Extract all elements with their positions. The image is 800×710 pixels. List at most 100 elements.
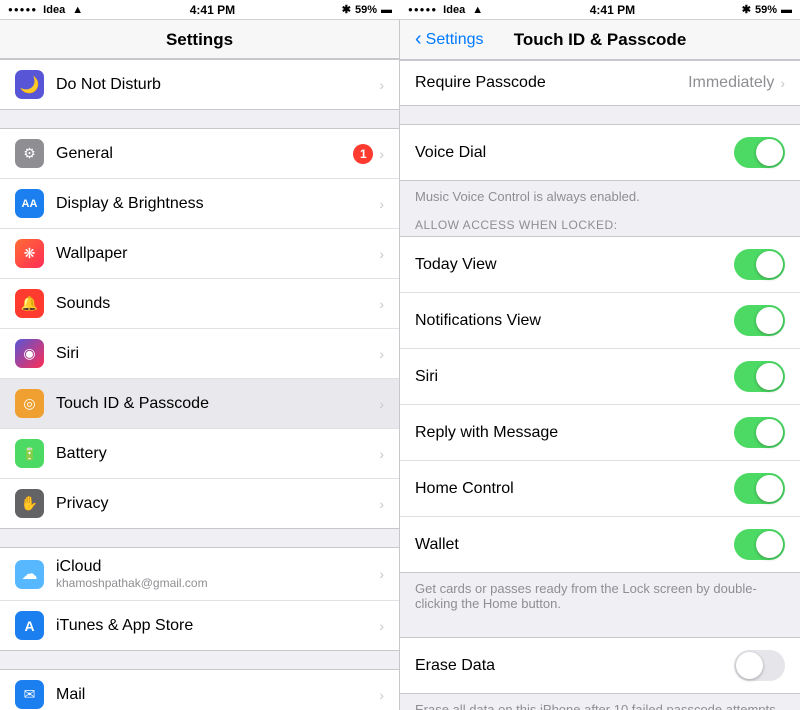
right-status-bar: ●●●●● Idea ▲ 4:41 PM ✱ 59% ▬ xyxy=(400,0,800,20)
icloud-sublabel: khamoshpathak@gmail.com xyxy=(56,576,379,590)
right-status-right: ✱ 59% ▬ xyxy=(742,3,792,16)
row-voice-dial[interactable]: Voice Dial xyxy=(400,125,800,180)
siri-label: Siri xyxy=(56,345,379,363)
wallet-label: Wallet xyxy=(415,536,734,554)
do-not-disturb-icon: 🌙 xyxy=(15,70,44,99)
row-touchid[interactable]: ◎ Touch ID & Passcode › xyxy=(0,379,399,429)
right-time: 4:41 PM xyxy=(590,3,635,17)
erase-data-toggle[interactable] xyxy=(734,650,785,681)
row-wallet[interactable]: Wallet xyxy=(400,517,800,572)
siri-locked-label: Siri xyxy=(415,368,734,386)
locked-items-section: Today View Notifications View Siri xyxy=(400,236,800,573)
notifications-view-label: Notifications View xyxy=(415,312,734,330)
main-content: Settings 🌙 Do Not Disturb › xyxy=(0,20,800,710)
row-home-control[interactable]: Home Control xyxy=(400,461,800,517)
itunes-label: iTunes & App Store xyxy=(56,617,379,635)
music-note: Music Voice Control is always enabled. xyxy=(400,181,800,212)
back-chevron: ‹ xyxy=(415,28,422,51)
wallet-toggle[interactable] xyxy=(734,529,785,560)
row-require-passcode[interactable]: Require Passcode Immediately › xyxy=(400,61,800,105)
right-status-left: ●●●●● Idea ▲ xyxy=(408,4,483,16)
home-control-label: Home Control xyxy=(415,480,734,498)
section-icloud: ☁ iCloud khamoshpathak@gmail.com › A iTu… xyxy=(0,547,399,651)
erase-note: Erase all data on this iPhone after 10 f… xyxy=(400,694,800,710)
right-wifi-icon: ▲ xyxy=(472,4,483,16)
icloud-label: iCloud xyxy=(56,558,379,576)
voice-dial-section: Voice Dial xyxy=(400,124,800,181)
right-battery-pct: 59% xyxy=(755,4,777,16)
row-reply-message[interactable]: Reply with Message xyxy=(400,405,800,461)
left-battery-pct: 59% xyxy=(355,4,377,16)
divider-1 xyxy=(400,106,800,124)
left-bluetooth: ✱ xyxy=(342,3,351,16)
notifications-view-toggle[interactable] xyxy=(734,305,785,336)
left-header: Settings xyxy=(0,20,399,59)
row-siri-locked[interactable]: Siri xyxy=(400,349,800,405)
require-passcode-chevron: › xyxy=(780,75,785,91)
voice-dial-toggle[interactable] xyxy=(734,137,785,168)
section-apps: ✉ Mail › 👤 Contacts › xyxy=(0,669,399,710)
row-battery[interactable]: 🔋 Battery › xyxy=(0,429,399,479)
divider-2 xyxy=(400,619,800,637)
right-header: ‹ Settings Touch ID & Passcode xyxy=(400,20,800,60)
battery-chevron: › xyxy=(379,446,384,462)
row-erase-data[interactable]: Erase Data xyxy=(400,638,800,693)
left-panel: Settings 🌙 Do Not Disturb › xyxy=(0,20,400,710)
row-icloud[interactable]: ☁ iCloud khamoshpathak@gmail.com › xyxy=(0,548,399,601)
row-sounds[interactable]: 🔔 Sounds › xyxy=(0,279,399,329)
siri-locked-toggle[interactable] xyxy=(734,361,785,392)
settings-list[interactable]: 🌙 Do Not Disturb › ⚙ General xyxy=(0,59,399,710)
sounds-icon: 🔔 xyxy=(15,289,44,318)
battery-icon: 🔋 xyxy=(15,439,44,468)
row-mail[interactable]: ✉ Mail › xyxy=(0,670,399,710)
allow-locked-header: ALLOW ACCESS WHEN LOCKED: xyxy=(400,212,800,236)
require-passcode-section: Require Passcode Immediately › xyxy=(400,60,800,106)
row-general[interactable]: ⚙ General 1 › xyxy=(0,129,399,179)
mail-chevron: › xyxy=(379,687,384,703)
battery-label: Battery xyxy=(56,445,379,463)
back-button[interactable]: ‹ Settings xyxy=(415,28,483,51)
row-itunes[interactable]: A iTunes & App Store › xyxy=(0,601,399,650)
privacy-chevron: › xyxy=(379,496,384,512)
display-chevron: › xyxy=(379,196,384,212)
touchid-chevron: › xyxy=(379,396,384,412)
require-passcode-value: Immediately xyxy=(688,74,774,92)
today-view-toggle[interactable] xyxy=(734,249,785,280)
row-notifications-view[interactable]: Notifications View xyxy=(400,293,800,349)
right-content[interactable]: Require Passcode Immediately › Voice Dia… xyxy=(400,60,800,710)
left-wifi-icon: ▲ xyxy=(72,4,83,16)
wallpaper-chevron: › xyxy=(379,246,384,262)
row-display[interactable]: AA Display & Brightness › xyxy=(0,179,399,229)
home-control-toggle[interactable] xyxy=(734,473,785,504)
row-today-view[interactable]: Today View xyxy=(400,237,800,293)
general-label: General xyxy=(56,145,353,163)
left-battery-icon: ▬ xyxy=(381,4,392,16)
section-top: 🌙 Do Not Disturb › xyxy=(0,59,399,110)
reply-message-toggle[interactable] xyxy=(734,417,785,448)
sounds-label: Sounds xyxy=(56,295,379,313)
left-time: 4:41 PM xyxy=(190,3,235,17)
privacy-icon: ✋ xyxy=(15,489,44,518)
row-siri[interactable]: ◉ Siri › xyxy=(0,329,399,379)
reply-message-label: Reply with Message xyxy=(415,424,734,442)
icloud-chevron: › xyxy=(379,566,384,582)
left-status-bar: ●●●●● Idea ▲ 4:41 PM ✱ 59% ▬ xyxy=(0,0,400,20)
mail-icon: ✉ xyxy=(15,680,44,709)
display-label: Display & Brightness xyxy=(56,195,379,213)
row-do-not-disturb[interactable]: 🌙 Do Not Disturb › xyxy=(0,60,399,109)
right-title: Touch ID & Passcode xyxy=(514,30,687,50)
row-privacy[interactable]: ✋ Privacy › xyxy=(0,479,399,528)
left-status-left: ●●●●● Idea ▲ xyxy=(8,4,83,16)
section-mid: ⚙ General 1 › AA Display & Brightness xyxy=(0,128,399,529)
sounds-chevron: › xyxy=(379,296,384,312)
touchid-icon: ◎ xyxy=(15,389,44,418)
left-carrier: Idea xyxy=(43,4,65,16)
require-passcode-label: Require Passcode xyxy=(415,74,688,92)
row-wallpaper[interactable]: ❋ Wallpaper › xyxy=(0,229,399,279)
wallet-note: Get cards or passes ready from the Lock … xyxy=(400,573,800,619)
wallpaper-label: Wallpaper xyxy=(56,245,379,263)
siri-chevron: › xyxy=(379,346,384,362)
erase-section: Erase Data xyxy=(400,637,800,694)
do-not-disturb-label: Do Not Disturb xyxy=(56,76,379,94)
privacy-label: Privacy xyxy=(56,495,379,513)
